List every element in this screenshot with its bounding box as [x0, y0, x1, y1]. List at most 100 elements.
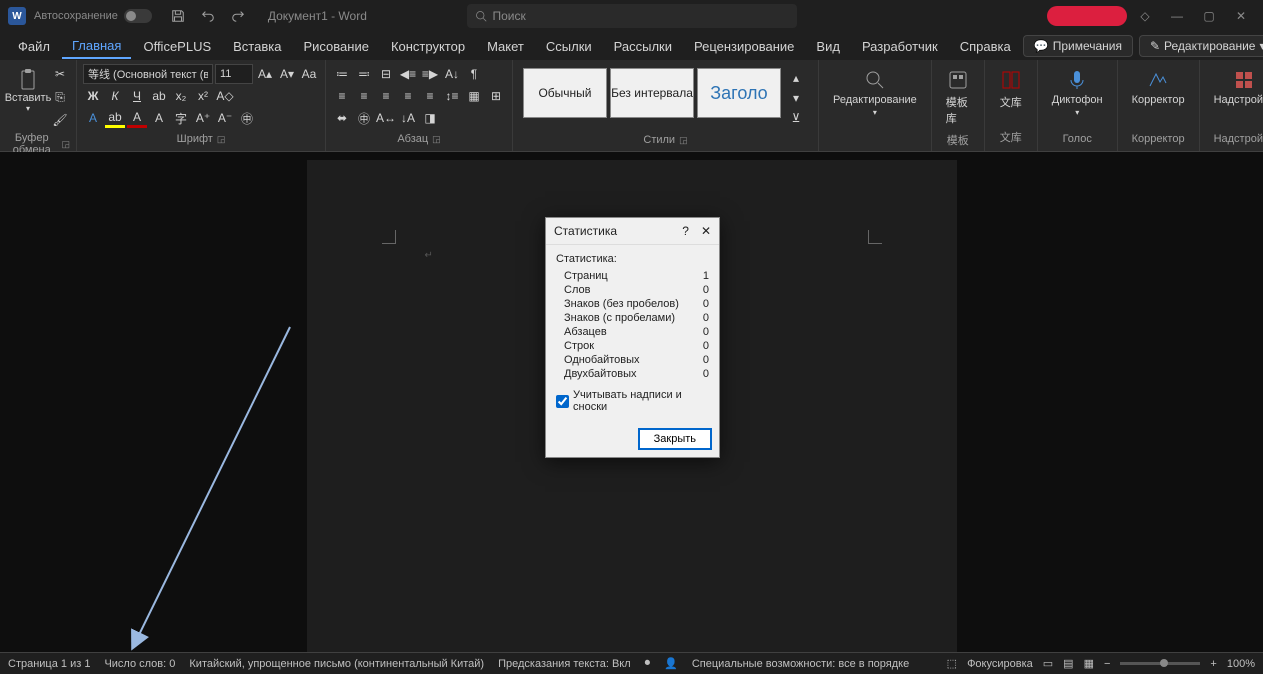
- font-name-select[interactable]: [83, 64, 213, 84]
- tab-mailings[interactable]: Рассылки: [604, 35, 682, 58]
- search-bar[interactable]: Поиск: [467, 4, 797, 28]
- dialog-launcher-icon[interactable]: ◲: [432, 134, 441, 145]
- save-icon[interactable]: [168, 6, 188, 26]
- distributed-icon[interactable]: ≡: [420, 86, 440, 106]
- maximize-icon[interactable]: ▢: [1195, 2, 1223, 30]
- highlight-icon[interactable]: ab: [105, 108, 125, 128]
- close-button[interactable]: Закрыть: [639, 429, 711, 449]
- enclose-icon[interactable]: ㊥: [237, 108, 257, 128]
- close-icon[interactable]: ✕: [701, 224, 711, 238]
- macro-record-icon[interactable]: ⏺: [645, 657, 651, 670]
- font-color-icon[interactable]: A: [127, 108, 147, 128]
- change-case-icon[interactable]: Aa: [299, 64, 319, 84]
- shading2-icon[interactable]: ◨: [420, 108, 440, 128]
- shrink-font-icon[interactable]: A▾: [277, 64, 297, 84]
- word-count[interactable]: Число слов: 0: [104, 658, 175, 670]
- autosave-toggle[interactable]: Автосохранение: [34, 9, 152, 23]
- include-textboxes-checkbox[interactable]: Учитывать надписи и сноски: [556, 389, 709, 413]
- checkbox-input[interactable]: [556, 395, 569, 408]
- show-marks-icon[interactable]: ¶: [464, 64, 484, 84]
- zoom-out-icon[interactable]: −: [1104, 658, 1110, 670]
- text-effects-icon[interactable]: A: [83, 108, 103, 128]
- language-indicator[interactable]: Китайский, упрощенное письмо (континента…: [189, 658, 484, 670]
- bold-icon[interactable]: Ж: [83, 86, 103, 106]
- zoom-level[interactable]: 100%: [1227, 658, 1255, 670]
- undo-icon[interactable]: [198, 6, 218, 26]
- accessibility-status[interactable]: Специальные возможности: все в порядке: [692, 658, 909, 670]
- bullets-icon[interactable]: ≔: [332, 64, 352, 84]
- dictate-button[interactable]: Диктофон ▾: [1044, 64, 1111, 121]
- tab-view[interactable]: Вид: [806, 35, 850, 58]
- editing-button[interactable]: Редактирование ▾: [825, 64, 925, 121]
- align-left-icon[interactable]: ≡: [332, 86, 352, 106]
- grow-font-icon[interactable]: A▴: [255, 64, 275, 84]
- focus-icon[interactable]: ⬚: [947, 657, 957, 670]
- editor-button[interactable]: Корректор: [1124, 64, 1193, 110]
- page-indicator[interactable]: Страница 1 из 1: [8, 658, 90, 670]
- editing-mode-button[interactable]: ✎Редактирование ▾: [1139, 35, 1263, 57]
- tab-insert[interactable]: Вставка: [223, 35, 291, 58]
- tab-references[interactable]: Ссылки: [536, 35, 602, 58]
- subscript-icon[interactable]: x₂: [171, 86, 191, 106]
- gallery-up-icon[interactable]: ▴: [786, 68, 806, 88]
- focus-mode[interactable]: Фокусировка: [967, 658, 1033, 670]
- align-center-icon[interactable]: ≡: [354, 86, 374, 106]
- numbering-icon[interactable]: ≕: [354, 64, 374, 84]
- dialog-launcher-icon[interactable]: ◲: [61, 139, 70, 150]
- style-no-spacing[interactable]: Без интервала: [610, 68, 694, 118]
- dialog-launcher-icon[interactable]: ◲: [217, 134, 226, 145]
- comments-button[interactable]: 💬Примечания: [1023, 35, 1133, 57]
- font-size-select[interactable]: [215, 64, 253, 84]
- tab-home[interactable]: Главная: [62, 34, 131, 59]
- tab-layout[interactable]: Макет: [477, 35, 534, 58]
- justify-icon[interactable]: ≡: [398, 86, 418, 106]
- italic-icon[interactable]: К: [105, 86, 125, 106]
- char-border-icon[interactable]: 字: [171, 108, 191, 128]
- asian-layout-icon[interactable]: ㊥: [354, 108, 374, 128]
- gallery-down-icon[interactable]: ▾: [786, 88, 806, 108]
- clear-format-icon[interactable]: A◇: [215, 86, 235, 106]
- phonetic-icon[interactable]: A: [149, 108, 169, 128]
- print-layout-icon[interactable]: ▤: [1063, 657, 1073, 670]
- increase-indent-icon[interactable]: ≡▶: [420, 64, 440, 84]
- style-normal[interactable]: Обычный: [523, 68, 607, 118]
- borders-icon[interactable]: ⊞: [486, 86, 506, 106]
- zoom-slider[interactable]: [1120, 662, 1200, 665]
- sort-az-icon[interactable]: ↓A: [398, 108, 418, 128]
- addins-button[interactable]: Надстройки: [1206, 64, 1263, 110]
- user-account-redacted[interactable]: [1047, 6, 1127, 26]
- tab-review[interactable]: Рецензирование: [684, 35, 804, 58]
- format-painter-icon[interactable]: 🖌: [50, 110, 70, 130]
- sort-icon[interactable]: A↓: [442, 64, 462, 84]
- read-mode-icon[interactable]: ▭: [1043, 657, 1053, 670]
- paste-button[interactable]: Вставить ▾: [6, 64, 50, 130]
- shrink-a-icon[interactable]: A⁻: [215, 108, 235, 128]
- library-button[interactable]: 文库: [991, 64, 1031, 114]
- tab-help[interactable]: Справка: [950, 35, 1021, 58]
- dialog-launcher-icon[interactable]: ◲: [679, 135, 688, 146]
- tab-file[interactable]: Файл: [8, 35, 60, 58]
- gallery-more-icon[interactable]: ⊻: [786, 108, 806, 128]
- underline-icon[interactable]: Ч: [127, 86, 147, 106]
- templates-button[interactable]: 模板库: [938, 64, 978, 130]
- tab-design[interactable]: Конструктор: [381, 35, 475, 58]
- char-scale-icon[interactable]: A↔: [376, 108, 396, 128]
- accessibility-check-icon[interactable]: 👤: [664, 657, 678, 670]
- multilevel-icon[interactable]: ⊟: [376, 64, 396, 84]
- decrease-indent-icon[interactable]: ◀≡: [398, 64, 418, 84]
- superscript-icon[interactable]: x²: [193, 86, 213, 106]
- shading-icon[interactable]: ▦: [464, 86, 484, 106]
- align-right-icon[interactable]: ≡: [376, 86, 396, 106]
- tab-developer[interactable]: Разработчик: [852, 35, 948, 58]
- dialog-titlebar[interactable]: Статистика ? ✕: [546, 218, 719, 245]
- toggle-switch-icon[interactable]: [124, 9, 152, 23]
- line-spacing-icon[interactable]: ↕≡: [442, 86, 462, 106]
- web-layout-icon[interactable]: ▦: [1084, 657, 1094, 670]
- copy-icon[interactable]: ⎘: [50, 87, 70, 107]
- help-icon[interactable]: ?: [682, 224, 689, 238]
- snap-icon[interactable]: ⬌: [332, 108, 352, 128]
- grow-a-icon[interactable]: A⁺: [193, 108, 213, 128]
- cut-icon[interactable]: ✂: [50, 64, 70, 84]
- style-heading1[interactable]: Заголо: [697, 68, 781, 118]
- redo-icon[interactable]: [228, 6, 248, 26]
